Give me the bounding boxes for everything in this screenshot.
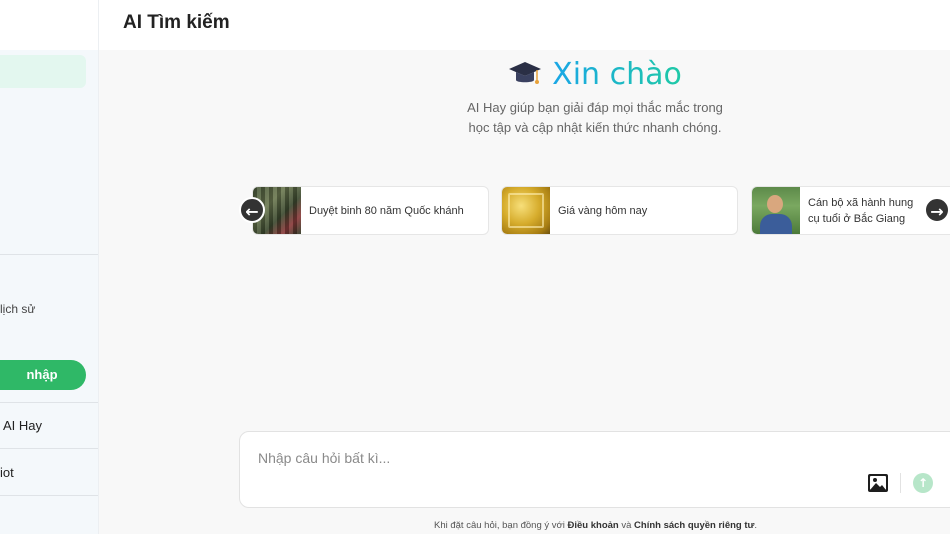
sidebar-divider xyxy=(0,448,98,449)
sidebar-divider xyxy=(0,495,98,496)
arrow-up-icon: ↑ xyxy=(917,476,929,490)
arrow-right-icon: → xyxy=(930,202,944,221)
terms-suffix: . xyxy=(754,520,758,531)
top-header: AI Tìm kiếm xyxy=(99,0,950,50)
sidebar-link-bot[interactable]: iot xyxy=(0,465,14,480)
sidebar: lịch sử nhập AI Hay iot xyxy=(0,0,99,534)
image-upload-icon[interactable] xyxy=(867,473,889,493)
greeting-heading: Xin chào xyxy=(552,56,682,92)
sidebar-divider xyxy=(0,254,98,255)
sidebar-link-label: iot xyxy=(0,465,14,480)
carousel-prev-button[interactable]: ← xyxy=(239,197,265,223)
hero-subtitle: AI Hay giúp bạn giải đáp mọi thắc mắc tr… xyxy=(400,98,790,138)
hero-section: Xin chào AI Hay giúp bạn giải đáp mọi th… xyxy=(400,56,790,138)
suggestion-card[interactable]: Giá vàng hôm nay xyxy=(501,186,738,235)
man-portrait-thumbnail xyxy=(752,187,800,234)
gold-bars-thumbnail xyxy=(502,187,550,234)
terms-notice: Khi đặt câu hỏi, bạn đồng ý với Điều kho… xyxy=(434,520,757,531)
suggestion-text: Duyệt binh 80 năm Quốc khánh xyxy=(309,204,464,217)
suggestion-carousel: Duyệt binh 80 năm Quốc khánh Giá vàng hô… xyxy=(252,186,950,235)
terms-link[interactable]: Điều khoản xyxy=(568,520,619,531)
sidebar-link-label: AI Hay xyxy=(3,418,43,433)
sidebar-item-active[interactable] xyxy=(0,55,86,88)
login-button[interactable]: nhập xyxy=(0,360,86,390)
arrow-left-icon: ← xyxy=(245,202,259,221)
privacy-link[interactable]: Chính sách quyền riêng tư xyxy=(634,520,754,531)
question-input-box: ↑ xyxy=(239,431,950,508)
suggestion-card[interactable]: Duyệt binh 80 năm Quốc khánh xyxy=(252,186,489,235)
terms-and: và xyxy=(618,520,635,531)
question-input[interactable] xyxy=(258,446,818,470)
subtitle-line: AI Hay giúp bạn giải đáp mọi thắc mắc tr… xyxy=(467,100,723,115)
divider xyxy=(900,473,901,493)
suggestion-text: Cán bộ xã hành hung cụ tuổi ở Bắc Giang xyxy=(808,196,914,225)
subtitle-line: học tập và cập nhật kiến thức nhanh chón… xyxy=(468,120,722,135)
sidebar-divider xyxy=(0,402,98,403)
greeting-row: Xin chào xyxy=(400,56,790,92)
sidebar-history-text: lịch sử xyxy=(0,302,36,316)
graduation-cap-icon xyxy=(508,59,542,89)
page-title: AI Tìm kiếm xyxy=(123,12,230,33)
suggestion-text: Giá vàng hôm nay xyxy=(558,204,648,217)
send-button[interactable]: ↑ xyxy=(913,473,933,493)
sidebar-header xyxy=(0,0,98,50)
carousel-next-button[interactable]: → xyxy=(924,197,950,223)
suggestion-card[interactable]: Cán bộ xã hành hung cụ tuổi ở Bắc Giang xyxy=(751,186,950,235)
sidebar-link-ai-hay[interactable]: AI Hay xyxy=(0,418,42,433)
terms-prefix: Khi đặt câu hỏi, bạn đồng ý với xyxy=(434,520,568,531)
